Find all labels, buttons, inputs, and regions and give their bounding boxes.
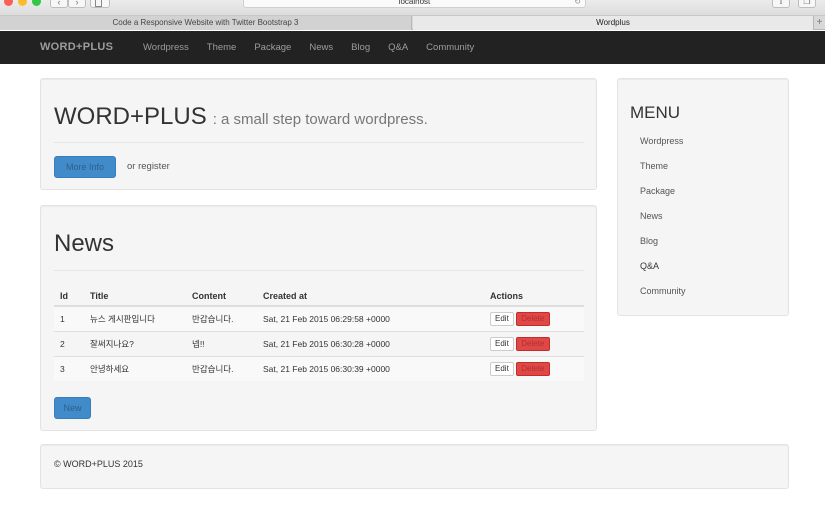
edit-button[interactable]: Edit xyxy=(490,361,514,376)
sidebar-toggle-icon[interactable] xyxy=(90,0,110,8)
row-content: 반갑습니다. xyxy=(186,305,257,331)
jumbotron-divider xyxy=(54,142,584,143)
jumbotron: WORD+PLUS : a small step toward wordpress… xyxy=(40,78,597,190)
tab-bootstrap-article[interactable]: Code a Responsive Website with Twitter B… xyxy=(0,16,412,30)
edit-button[interactable]: Edit xyxy=(490,336,514,351)
navbar-menu: Wordpress Theme Package News Blog Q&A Co… xyxy=(143,31,492,64)
menu-item-community[interactable]: Community xyxy=(640,286,686,296)
nav-item-theme[interactable]: Theme xyxy=(207,31,237,64)
news-table: Id Title Content Created at Actions 1 뉴스… xyxy=(54,286,584,381)
menu-item-blog[interactable]: Blog xyxy=(640,236,658,246)
nav-item-news[interactable]: News xyxy=(309,31,333,64)
nav-item-community[interactable]: Community xyxy=(426,31,474,64)
row-created-at: Sat, 21 Feb 2015 06:29:58 +0000 xyxy=(257,305,484,331)
maximize-window-icon[interactable] xyxy=(32,0,41,6)
forward-arrow-icon[interactable]: › xyxy=(68,0,86,8)
row-id: 2 xyxy=(54,330,84,356)
row-actions: Edit Delete xyxy=(484,305,584,331)
column-header-id: Id xyxy=(54,286,84,307)
news-panel: News Id Title Content Created at Actions… xyxy=(40,205,597,431)
table-header-row: Id Title Content Created at Actions xyxy=(54,286,584,307)
menu-item-package[interactable]: Package xyxy=(640,186,675,196)
news-heading: News xyxy=(54,230,115,257)
nav-item-wordpress[interactable]: Wordpress xyxy=(143,31,189,64)
browser-toolbar: ‹ › localhost ↻ ⇧ ❐ xyxy=(0,0,825,16)
back-arrow-icon[interactable]: ‹ xyxy=(50,0,68,8)
tabs-overview-icon[interactable]: ❐ xyxy=(798,0,816,8)
footer: © WORD+PLUS 2015 xyxy=(40,444,789,489)
tab-bar: Code a Responsive Website with Twitter B… xyxy=(0,16,825,30)
row-title: 안녕하세요 xyxy=(84,355,186,381)
menu-heading: MENU xyxy=(630,103,681,122)
register-link[interactable]: or register xyxy=(127,161,170,172)
address-text: localhost xyxy=(398,0,431,6)
row-actions: Edit Delete xyxy=(484,330,584,356)
column-header-created-at: Created at xyxy=(257,286,484,307)
row-created-at: Sat, 21 Feb 2015 06:30:28 +0000 xyxy=(257,330,484,356)
edit-button[interactable]: Edit xyxy=(490,311,514,326)
delete-button[interactable]: Delete xyxy=(515,361,550,376)
column-header-actions: Actions xyxy=(484,286,584,307)
delete-button[interactable]: Delete xyxy=(515,311,550,326)
new-post-button[interactable]: New xyxy=(54,397,91,419)
share-icon[interactable]: ⇧ xyxy=(772,0,790,8)
nav-item-package[interactable]: Package xyxy=(254,31,291,64)
row-id: 1 xyxy=(54,305,84,331)
column-header-title: Title xyxy=(84,286,186,307)
nav-item-blog[interactable]: Blog xyxy=(351,31,370,64)
reload-icon[interactable]: ↻ xyxy=(574,0,581,7)
address-bar[interactable]: localhost ↻ xyxy=(243,0,586,8)
new-tab-plus-icon[interactable]: + xyxy=(813,16,825,30)
copyright-text: © WORD+PLUS 2015 xyxy=(54,459,143,469)
row-created-at: Sat, 21 Feb 2015 06:30:39 +0000 xyxy=(257,355,484,381)
menu-item-wordpress[interactable]: Wordpress xyxy=(640,136,683,146)
row-title: 잘써지나요? xyxy=(84,330,186,356)
jumbotron-subtitle: : a small step toward wordpress. xyxy=(212,111,428,128)
site-navbar: WORD+PLUS Wordpress Theme Package News B… xyxy=(0,31,825,64)
row-actions: Edit Delete xyxy=(484,355,584,381)
column-header-content: Content xyxy=(186,286,257,307)
table-row: 1 뉴스 게시판입니다 반갑습니다. Sat, 21 Feb 2015 06:2… xyxy=(54,305,584,331)
menu-item-news[interactable]: News xyxy=(640,211,663,221)
navbar-brand[interactable]: WORD+PLUS xyxy=(40,31,113,64)
jumbotron-title: WORD+PLUS xyxy=(54,103,207,130)
minimize-window-icon[interactable] xyxy=(18,0,27,6)
menu-item-qna[interactable]: Q&A xyxy=(640,261,659,271)
row-content: 넵!! xyxy=(186,330,257,356)
news-divider xyxy=(54,270,584,271)
side-menu: MENU Wordpress Theme Package News Blog Q… xyxy=(617,78,789,316)
more-info-button[interactable]: More Info xyxy=(54,156,116,178)
jumbotron-heading: WORD+PLUS : a small step toward wordpress… xyxy=(54,103,428,131)
close-window-icon[interactable] xyxy=(4,0,13,6)
row-id: 3 xyxy=(54,355,84,381)
row-content: 반갑습니다. xyxy=(186,355,257,381)
delete-button[interactable]: Delete xyxy=(515,336,550,351)
row-title: 뉴스 게시판입니다 xyxy=(84,305,186,331)
table-row: 3 안녕하세요 반갑습니다. Sat, 21 Feb 2015 06:30:39… xyxy=(54,355,584,381)
nav-item-qna[interactable]: Q&A xyxy=(388,31,408,64)
tab-wordplus[interactable]: Wordplus xyxy=(413,16,813,30)
table-row: 2 잘써지나요? 넵!! Sat, 21 Feb 2015 06:30:28 +… xyxy=(54,330,584,356)
menu-item-theme[interactable]: Theme xyxy=(640,161,668,171)
